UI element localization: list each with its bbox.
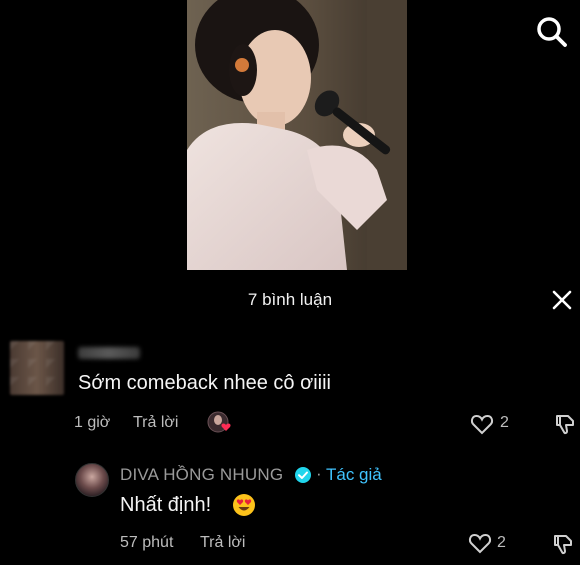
- separator-dot: ·: [316, 464, 322, 483]
- singer-photo-image: [187, 0, 407, 270]
- heart-icon: [468, 533, 492, 554]
- close-button[interactable]: [548, 286, 576, 314]
- dislike-button[interactable]: [553, 412, 577, 436]
- avatar[interactable]: [10, 341, 64, 395]
- post-photo: [187, 0, 407, 270]
- comment-timestamp: 1 giờ: [74, 414, 111, 431]
- like-count: 2: [500, 414, 509, 431]
- search-icon: [537, 17, 567, 47]
- verified-icon: [295, 467, 311, 483]
- like-button[interactable]: [470, 413, 494, 435]
- dislike-icon: [556, 415, 574, 435]
- author-name[interactable]: DIVA HỒNG NHUNG: [120, 465, 283, 485]
- dislike-icon: [554, 535, 572, 555]
- author-tag: Tác giả: [326, 465, 382, 484]
- comments-count-title: 7 bình luận: [247, 290, 333, 309]
- heart-icon: [470, 414, 494, 435]
- comment-text: Nhất định!: [120, 494, 212, 516]
- verified-badge: [294, 466, 312, 484]
- like-button[interactable]: [468, 532, 492, 554]
- author-avatar[interactable]: [75, 463, 109, 497]
- dislike-button[interactable]: [551, 532, 575, 556]
- heart-eyes-emoji: [232, 493, 256, 517]
- like-count: 2: [497, 534, 506, 551]
- close-icon: [552, 290, 572, 310]
- author-avatar-heart-icon: [207, 411, 231, 433]
- comment-text: Sớm comeback nhee cô ơiiii: [78, 372, 331, 394]
- comment-timestamp: 57 phút: [120, 534, 174, 551]
- reply-button[interactable]: Trả lời: [200, 534, 245, 552]
- search-button[interactable]: [532, 12, 572, 52]
- username-blurred[interactable]: [78, 347, 140, 359]
- liked-by-author-badge: [207, 411, 233, 437]
- heart-eyes-emoji-icon: [233, 494, 255, 516]
- reply-button[interactable]: Trả lời: [133, 414, 178, 432]
